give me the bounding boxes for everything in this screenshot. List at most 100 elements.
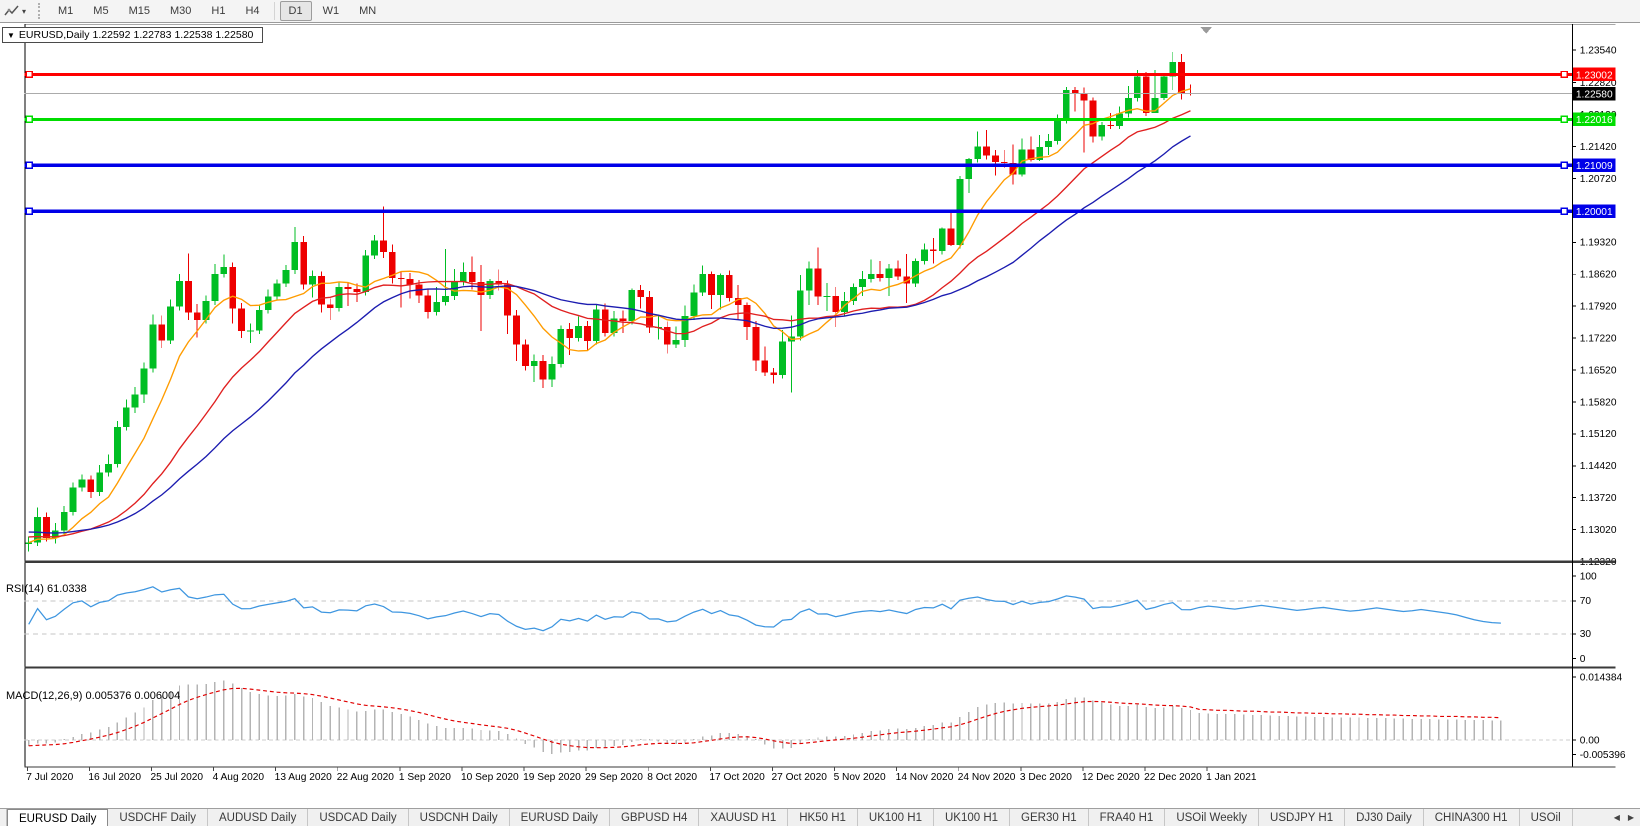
candle-body — [930, 250, 937, 251]
line-drag-handle[interactable] — [1561, 208, 1567, 214]
candle-body — [469, 272, 476, 282]
candle-body — [274, 283, 281, 296]
timeframe-button-h1[interactable]: H1 — [202, 1, 234, 21]
rsi-panel-title: RSI(14) 61.0338 — [6, 583, 87, 595]
candle-body — [779, 341, 786, 375]
line-price-label-text: 1.22016 — [1576, 115, 1613, 126]
timeframe-button-mn[interactable]: MN — [350, 1, 385, 21]
candle-body — [770, 372, 777, 375]
macd-tick-label: 0.014384 — [1580, 672, 1623, 683]
low-value: 1.22538 — [174, 29, 212, 41]
timeframe-button-m30[interactable]: M30 — [161, 1, 200, 21]
line-drag-handle[interactable] — [1561, 162, 1567, 168]
candle-body — [345, 287, 352, 289]
line-drag-handle[interactable] — [26, 71, 32, 77]
candle-body — [96, 473, 103, 493]
symbol-tab-eurusd-daily[interactable]: EURUSD Daily — [7, 809, 108, 826]
macd-panel-title: MACD(12,26,9) 0.005376 0.006004 — [6, 690, 180, 702]
candle-body — [673, 340, 680, 345]
candle-body — [176, 281, 183, 307]
rsi-tick-label: 70 — [1580, 596, 1592, 607]
symbol-tab-dj30-daily[interactable]: DJ30 Daily — [1345, 809, 1424, 826]
symbol-tab-china300-h1[interactable]: CHINA300 H1 — [1424, 809, 1520, 826]
horizontal-level-line[interactable] — [24, 209, 1572, 213]
horizontal-level-line[interactable] — [24, 118, 1572, 121]
symbol-tab-hk50-h1[interactable]: HK50 H1 — [788, 809, 858, 826]
symbol-tab-fra40-h1[interactable]: FRA40 H1 — [1089, 809, 1166, 826]
candle-body — [620, 318, 627, 320]
timeframe-button-w1[interactable]: W1 — [314, 1, 349, 21]
date-label: 3 Dec 2020 — [1020, 772, 1072, 783]
timeframe-button-h4[interactable]: H4 — [236, 1, 268, 21]
pane-separator[interactable] — [24, 561, 1615, 563]
symbol-tab-gbpusd-h4[interactable]: GBPUSD H4 — [610, 809, 699, 826]
candle-body — [1178, 62, 1185, 93]
timeframe-button-m15[interactable]: M15 — [120, 1, 159, 21]
candle-body — [628, 290, 635, 321]
candle-body — [540, 361, 547, 380]
timeframe-button-m1[interactable]: M1 — [49, 1, 82, 21]
candle-body — [70, 488, 77, 512]
candle-body — [460, 272, 467, 282]
candle-body — [1160, 76, 1167, 98]
line-drag-handle[interactable] — [1561, 116, 1567, 122]
line-drag-handle[interactable] — [26, 208, 32, 214]
timeframe-button-m5[interactable]: M5 — [84, 1, 117, 21]
price-tick-label: 1.23540 — [1580, 45, 1617, 56]
candle-body — [105, 464, 112, 473]
candle-body — [380, 240, 387, 251]
symbol-tab-usoil[interactable]: USOil — [1520, 809, 1573, 826]
tab-scroll-right-icon[interactable]: ▶ — [1628, 813, 1634, 822]
symbol-tab-ger30-h1[interactable]: GER30 H1 — [1010, 809, 1089, 826]
symbol-tab-xauusd-h1[interactable]: XAUUSD H1 — [699, 809, 788, 826]
candle-body — [336, 287, 343, 308]
candle-body — [25, 542, 32, 544]
pane-separator[interactable] — [24, 666, 1615, 668]
symbol-tab-usdchf-daily[interactable]: USDCHF Daily — [108, 809, 208, 826]
price-tick-label: 1.17920 — [1580, 302, 1617, 313]
candle-body — [912, 261, 919, 283]
line-drag-handle[interactable] — [1561, 71, 1567, 77]
tab-scroll-left-icon[interactable]: ◀ — [1614, 813, 1620, 822]
timeframe-toolbar: ▾ M1M5M15M30H1H4 D1W1MN — [0, 0, 1640, 23]
candle-body — [726, 275, 733, 298]
symbol-tab-audusd-daily[interactable]: AUDUSD Daily — [208, 809, 308, 826]
candle-body — [1143, 76, 1150, 112]
date-label: 29 Sep 2020 — [585, 772, 643, 783]
candle-body — [939, 229, 946, 251]
current-price-label-text: 1.22580 — [1576, 90, 1613, 101]
horizontal-level-line[interactable] — [24, 163, 1572, 167]
symbol-tab-uk100-h1[interactable]: UK100 H1 — [934, 809, 1010, 826]
line-tool-button[interactable]: ▾ — [0, 0, 30, 22]
candle-body — [353, 289, 360, 292]
symbol-tab-usoil-weekly[interactable]: USOil Weekly — [1165, 809, 1259, 826]
candle-body — [486, 281, 493, 295]
candle-body — [149, 324, 156, 368]
candle-body — [43, 517, 50, 538]
line-drag-handle[interactable] — [26, 116, 32, 122]
candle-body — [114, 427, 121, 464]
candle-body — [868, 274, 875, 279]
candle-body — [300, 242, 307, 285]
chart-canvas[interactable]: 1.235401.228201.221201.214201.207201.193… — [0, 24, 1640, 808]
candle-body — [1098, 125, 1105, 136]
candle-body — [761, 360, 768, 372]
symbol-tab-usdjpy-h1[interactable]: USDJPY H1 — [1259, 809, 1345, 826]
timeframe-button-d1[interactable]: D1 — [280, 1, 312, 21]
candle-body — [247, 330, 254, 331]
symbol-tab-usdcad-daily[interactable]: USDCAD Daily — [308, 809, 408, 826]
symbol-tab-eurusd-daily[interactable]: EURUSD Daily — [510, 809, 610, 826]
pane-separator — [24, 766, 1615, 767]
symbol-tab-uk100-h1[interactable]: UK100 H1 — [858, 809, 934, 826]
candle-body — [318, 276, 325, 304]
symbol-tab-usdcnh-daily[interactable]: USDCNH Daily — [409, 809, 510, 826]
candle-body — [1001, 162, 1008, 163]
candle-body — [1063, 90, 1070, 120]
horizontal-level-line[interactable] — [24, 73, 1572, 76]
toolbar-grip[interactable] — [38, 3, 43, 19]
candle-body — [815, 268, 822, 296]
line-drag-handle[interactable] — [26, 162, 32, 168]
date-label: 4 Aug 2020 — [213, 772, 265, 783]
candle-body — [948, 229, 955, 245]
candle-body — [921, 250, 928, 261]
